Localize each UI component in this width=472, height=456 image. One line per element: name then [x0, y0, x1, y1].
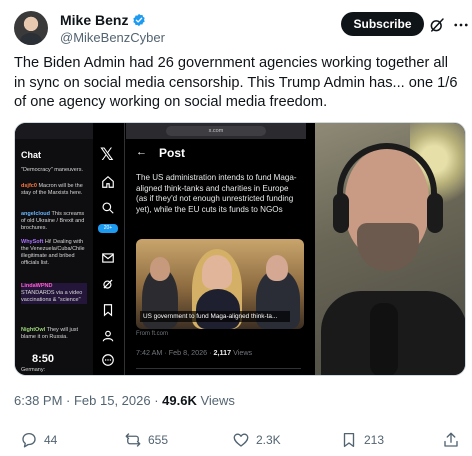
tweet-header: Mike Benz @MikeBenzCyber Subscribe — [14, 11, 468, 45]
chat-message: angelcloud This screams of old Ukraine /… — [21, 211, 85, 231]
verified-badge-icon — [133, 13, 146, 27]
like-count: 2.3K — [256, 433, 281, 447]
repost-button[interactable]: 655 — [124, 430, 168, 450]
subscribe-button[interactable]: Subscribe — [341, 12, 424, 36]
views-label: Views — [200, 393, 235, 408]
more-nav-icon — [102, 354, 114, 366]
tweet-actions-bar: 44 655 2.3K 213 — [14, 430, 462, 450]
bookmark-button[interactable]: 213 — [340, 430, 384, 450]
grok-icon[interactable] — [428, 16, 446, 34]
author-name-row: Mike Benz — [60, 12, 146, 28]
person-right-face — [266, 255, 288, 281]
chat-message: LindaWPND STANDARDS via a video vaccinat… — [21, 283, 87, 304]
heart-icon — [233, 433, 249, 447]
person-center-face — [202, 255, 232, 289]
embedded-post-actions — [136, 368, 301, 375]
embedded-x-post: x.com ← Post The US administration inten… — [126, 123, 306, 375]
repost-count: 655 — [148, 433, 169, 447]
headphone-right-ear — [427, 193, 443, 233]
repost-icon — [125, 433, 141, 447]
views-count: 49.6K — [162, 393, 197, 408]
grok-nav-icon — [103, 279, 113, 289]
embedded-post-text: The US administration intends to fund Ma… — [136, 173, 297, 214]
embedded-post-image: US government to fund Maga-aligned think… — [136, 239, 304, 329]
back-arrow-icon: ← — [136, 146, 147, 158]
bookmark-count: 213 — [364, 433, 385, 447]
bookmark-nav-icon — [103, 304, 113, 317]
search-icon — [102, 202, 114, 214]
author-handle[interactable]: @MikeBenzCyber — [60, 30, 165, 45]
stream-chat-panel: Chat "Democracy" maneuvers. dsjfc0 Macro… — [15, 123, 93, 375]
mail-icon — [102, 253, 114, 263]
streamer-beard — [357, 223, 419, 271]
browser-toolbar: x.com — [126, 123, 306, 139]
chat-message: "Democracy" maneuvers. — [21, 167, 83, 173]
avatar[interactable] — [14, 11, 48, 45]
reply-count: 44 — [44, 433, 58, 447]
author-display-name[interactable]: Mike Benz — [60, 12, 128, 28]
tweet-text: The Biden Admin had 26 government agenci… — [14, 55, 458, 110]
streamer-webcam — [315, 123, 465, 375]
notification-badge: 20+ — [98, 224, 118, 233]
chat-topbar — [15, 123, 93, 139]
chat-message: Germany: — [21, 367, 46, 373]
image-source: From ft.com — [136, 331, 169, 337]
chat-message: NightOwl They will just blame it on Russ… — [21, 327, 79, 340]
person-center-body — [196, 289, 240, 329]
headphone-left-ear — [333, 193, 349, 233]
image-caption: US government to fund Maga-aligned think… — [140, 311, 290, 322]
post-header-title: Post — [159, 146, 186, 160]
chat-title: Chat — [21, 150, 41, 160]
tweet-timestamp: 6:38 PM · Feb 15, 2026 · 49.6K Views — [14, 393, 235, 408]
person-left-face — [150, 257, 170, 281]
microphone — [370, 303, 398, 375]
chat-message: dsjfc0 Macron will be the stay of the Ma… — [21, 183, 83, 196]
bookmark-icon — [343, 432, 355, 448]
chat-message: WhySoft Hi! Dealing with the Venezuela/C… — [21, 239, 85, 266]
share-button[interactable] — [442, 430, 460, 450]
share-icon — [444, 432, 458, 447]
more-options-icon[interactable] — [452, 16, 470, 34]
home-icon — [102, 175, 114, 188]
x-sidebar-nav: 𝕏 20+ — [93, 123, 125, 375]
reply-button[interactable]: 44 — [20, 430, 57, 450]
browser-url: x.com — [166, 126, 266, 136]
tweet-time[interactable]: 6:38 PM · Feb 15, 2026 · — [14, 393, 162, 408]
profile-icon — [102, 330, 114, 342]
tweet-media-video[interactable]: Chat "Democracy" maneuvers. dsjfc0 Macro… — [14, 122, 466, 376]
stream-timer: 8:50 — [32, 353, 55, 365]
like-button[interactable]: 2.3K — [232, 430, 281, 450]
embedded-post-meta: 7:42 AM · Feb 8, 2026 · 2,117 Views — [136, 348, 253, 357]
x-logo-icon: 𝕏 — [100, 145, 114, 165]
reply-icon — [22, 432, 36, 448]
